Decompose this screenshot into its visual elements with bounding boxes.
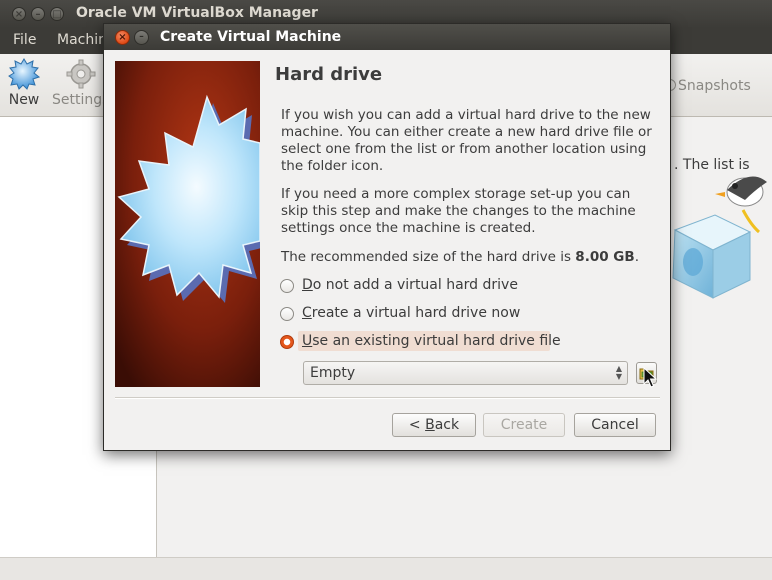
radio-no-hard-drive[interactable]: Do not add a virtual hard drive [280, 276, 540, 296]
radio-use-existing-hard-drive[interactable]: Use an existing virtual hard drive file [280, 331, 561, 352]
radio-label: Do not add a virtual hard drive [302, 277, 518, 293]
button-separator [115, 397, 660, 399]
menu-file[interactable]: File [13, 32, 36, 48]
new-vm-icon [8, 58, 40, 90]
create-vm-dialog: × – Create Virtual Machine Hard drive If… [103, 23, 671, 451]
intro-paragraph: If you wish you can add a virtual hard d… [281, 107, 652, 174]
main-close-icon[interactable]: × [12, 7, 26, 21]
dialog-minimize-icon[interactable]: – [134, 30, 149, 45]
back-button[interactable]: < Back [392, 413, 476, 437]
radio-label: Create a virtual hard drive now [302, 305, 521, 321]
settings-label: Settings [52, 92, 110, 108]
hard-drive-file-select[interactable]: Empty ▲ ▼ [303, 361, 628, 385]
snapshots-tab[interactable]: Snapshots [664, 78, 751, 94]
new-label: New [8, 92, 40, 108]
recommended-prefix: The recommended size of the hard drive i… [281, 249, 576, 265]
dialog-titlebar: × – Create Virtual Machine [104, 24, 670, 50]
gear-icon [66, 59, 96, 89]
page-title: Hard drive [275, 64, 383, 85]
main-minimize-icon[interactable]: – [31, 7, 45, 21]
radio-button[interactable] [280, 279, 294, 293]
updown-arrows-icon: ▲ ▼ [615, 364, 622, 381]
recommended-size-value: 8.00 GB [575, 249, 635, 265]
new-button[interactable]: New [8, 58, 40, 108]
main-maximize-icon[interactable]: □ [50, 7, 64, 21]
radio-button[interactable] [280, 307, 294, 321]
mouse-pointer-icon [643, 367, 657, 388]
dialog-close-icon[interactable]: × [115, 30, 130, 45]
create-button[interactable]: Create [483, 413, 565, 437]
radio-label: Use an existing virtual hard drive file [302, 333, 561, 349]
recommended-size-text: The recommended size of the hard drive i… [281, 249, 661, 266]
cancel-button[interactable]: Cancel [574, 413, 656, 437]
wizard-watermark-image [115, 61, 260, 387]
recommended-suffix: . [634, 249, 639, 265]
virtualbox-logo-illustration [672, 176, 767, 299]
snapshots-label: Snapshots [678, 78, 751, 94]
storage-paragraph: If you need a more complex storage set-u… [281, 186, 636, 236]
statusbar [0, 557, 772, 580]
main-window-title: Oracle VM VirtualBox Manager [76, 5, 318, 21]
radio-create-hard-drive[interactable]: Create a virtual hard drive now [280, 304, 540, 324]
select-value: Empty [310, 365, 356, 381]
dialog-title: Create Virtual Machine [160, 29, 342, 45]
settings-button[interactable]: Settings [52, 58, 109, 108]
radio-button-checked[interactable] [280, 335, 294, 349]
